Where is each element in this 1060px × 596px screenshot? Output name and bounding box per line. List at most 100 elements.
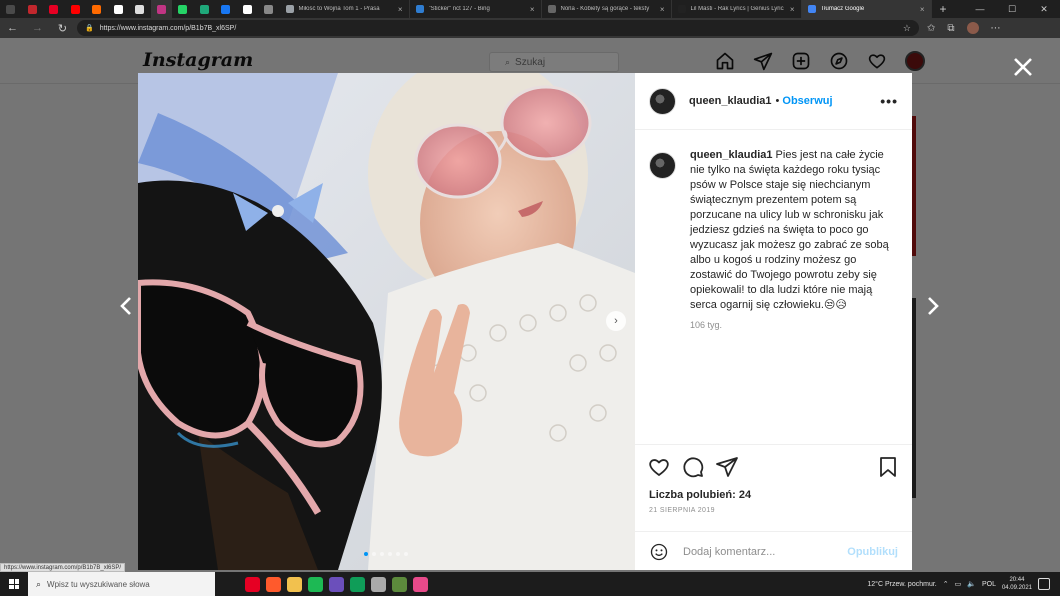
- pinned-tab[interactable]: [258, 0, 280, 18]
- network-icon[interactable]: ▭: [955, 580, 962, 588]
- reload-icon[interactable]: ↻: [50, 22, 75, 35]
- taskbar-app-icon[interactable]: [413, 576, 428, 592]
- save-bookmark-icon[interactable]: [876, 455, 900, 479]
- tab-favicon-icon: [807, 5, 816, 13]
- carousel-next-button[interactable]: ›: [606, 311, 626, 331]
- favorites-icon[interactable]: ✩: [927, 23, 935, 34]
- taskbar-app-icon[interactable]: [245, 576, 260, 592]
- taskbar-app-icon[interactable]: [392, 576, 407, 592]
- follow-button[interactable]: Obserwuj: [782, 95, 832, 107]
- pinned-tab-favicon-icon: [221, 4, 231, 14]
- more-options-icon[interactable]: •••: [880, 93, 898, 109]
- pinned-tab[interactable]: [0, 0, 22, 18]
- pinned-tab[interactable]: [215, 0, 237, 18]
- carousel-dot[interactable]: [388, 552, 392, 556]
- activity-heart-icon[interactable]: [867, 51, 887, 71]
- tab-close-icon[interactable]: ×: [530, 5, 535, 14]
- caption-username[interactable]: queen_klaudia1: [690, 149, 773, 161]
- forward-icon[interactable]: →: [25, 22, 50, 34]
- carousel-dot[interactable]: [404, 552, 408, 556]
- author-avatar[interactable]: [649, 87, 676, 115]
- url-field[interactable]: 🔒 https://www.instagram.com/p/B1b7B_xl6S…: [77, 20, 919, 36]
- pinned-tab-favicon-icon: [242, 4, 252, 14]
- address-toolbar: ← → ↻ 🔒 https://www.instagram.com/p/B1b7…: [0, 18, 1060, 38]
- clock-time: 20:44: [1009, 577, 1025, 583]
- publish-comment-button[interactable]: Opublikuj: [847, 546, 898, 558]
- tab-close-icon[interactable]: ×: [920, 5, 925, 14]
- post-photo[interactable]: [138, 73, 635, 570]
- emoji-icon[interactable]: [649, 542, 669, 562]
- likes-count[interactable]: Liczba polubień: 24: [635, 479, 912, 501]
- direct-message-icon[interactable]: [753, 51, 773, 71]
- tab-close-icon[interactable]: ×: [398, 5, 403, 14]
- browser-tab[interactable]: Lil Masti - Rak Lyrics | Genius Lyrics ×: [672, 0, 802, 18]
- weather-text[interactable]: 12°C Przew. pochmur.: [867, 581, 936, 588]
- lock-icon: 🔒: [85, 25, 94, 32]
- clock[interactable]: 20:44 04.09.2021: [1002, 576, 1032, 592]
- explore-compass-icon[interactable]: [829, 51, 849, 71]
- taskbar-app-icon[interactable]: [287, 576, 302, 592]
- close-icon[interactable]: [1012, 56, 1034, 78]
- taskbar-app-icon[interactable]: [266, 576, 281, 592]
- settings-more-icon[interactable]: ⋯: [991, 23, 1001, 34]
- browser-tab[interactable]: "Sticker" nct 127 - Bing ×: [410, 0, 542, 18]
- post-date[interactable]: 21 SIERPNIA 2019: [635, 501, 912, 514]
- taskbar-app-icon[interactable]: [308, 576, 323, 592]
- tray-chevron-icon[interactable]: ⌃: [943, 580, 949, 588]
- browser-tab[interactable]: Norla - Kobiety są gorące - teksty ×: [542, 0, 672, 18]
- home-icon[interactable]: [715, 51, 735, 71]
- tab-close-icon[interactable]: ×: [660, 5, 665, 14]
- pinned-tab[interactable]: [129, 0, 151, 18]
- browser-tab[interactable]: Miłość to Wojna Tom 1 - Prasa ×: [280, 0, 410, 18]
- minimize-icon[interactable]: —: [964, 4, 996, 15]
- start-button[interactable]: [0, 572, 28, 596]
- previous-post-arrow-icon[interactable]: [119, 296, 133, 316]
- clock-date: 04.09.2021: [1001, 585, 1032, 591]
- new-post-icon[interactable]: [791, 51, 811, 71]
- search-placeholder: Szukaj: [515, 56, 546, 68]
- search-input[interactable]: ⌕ Szukaj: [489, 52, 619, 72]
- post-header: queen_klaudia1 • Obserwuj •••: [635, 73, 912, 130]
- tab-close-icon[interactable]: ×: [790, 5, 795, 14]
- like-heart-icon[interactable]: [647, 455, 671, 479]
- browser-tab[interactable]: Tłumacz Google ×: [801, 0, 932, 18]
- back-icon[interactable]: ←: [0, 22, 25, 34]
- pinned-tab[interactable]: [194, 0, 216, 18]
- taskbar-app-icon[interactable]: [371, 576, 386, 592]
- comment-input[interactable]: Dodaj komentarz...: [683, 546, 775, 558]
- carousel-dot[interactable]: [372, 552, 376, 556]
- carousel-dot[interactable]: [364, 552, 368, 556]
- next-post-arrow-icon[interactable]: [926, 296, 940, 316]
- taskbar-search-input[interactable]: ⌕ Wpisz tu wyszukiwane słowa: [28, 572, 215, 596]
- post-side-panel: queen_klaudia1 • Obserwuj ••• queen_klau…: [635, 73, 912, 570]
- instagram-logo[interactable]: Instagram: [143, 49, 253, 71]
- pinned-tab[interactable]: [65, 0, 87, 18]
- profile-avatar[interactable]: [966, 22, 979, 34]
- caption-author-avatar[interactable]: [649, 152, 676, 179]
- pinned-tab[interactable]: [237, 0, 259, 18]
- maximize-icon[interactable]: ☐: [996, 4, 1028, 15]
- taskbar-app-icon[interactable]: [350, 576, 365, 592]
- comment-icon[interactable]: [681, 455, 705, 479]
- favorite-star-icon[interactable]: ☆: [903, 23, 911, 34]
- author-username[interactable]: queen_klaudia1: [689, 95, 772, 107]
- pinned-tab[interactable]: [150, 0, 172, 18]
- language-indicator[interactable]: POL: [982, 581, 996, 588]
- separator-dot: •: [775, 95, 780, 107]
- carousel-dot[interactable]: [380, 552, 384, 556]
- pinned-tab[interactable]: [22, 0, 44, 18]
- profile-avatar-icon[interactable]: [905, 51, 925, 71]
- pinned-tab[interactable]: [172, 0, 194, 18]
- taskbar-app-icon[interactable]: [329, 576, 344, 592]
- collections-icon[interactable]: ⧉: [947, 23, 954, 34]
- window-close-icon[interactable]: ✕: [1028, 4, 1060, 15]
- share-icon[interactable]: [715, 455, 739, 479]
- notifications-icon[interactable]: [1038, 578, 1050, 590]
- pinned-tab[interactable]: [43, 0, 65, 18]
- volume-icon[interactable]: 🔈: [967, 580, 976, 588]
- pinned-tab[interactable]: [86, 0, 108, 18]
- carousel-dot[interactable]: [396, 552, 400, 556]
- new-tab-button[interactable]: +: [940, 2, 947, 16]
- pinned-tab[interactable]: [108, 0, 130, 18]
- status-bar-url: https://www.instagram.com/p/B1b7B_xl6SP/: [0, 563, 126, 572]
